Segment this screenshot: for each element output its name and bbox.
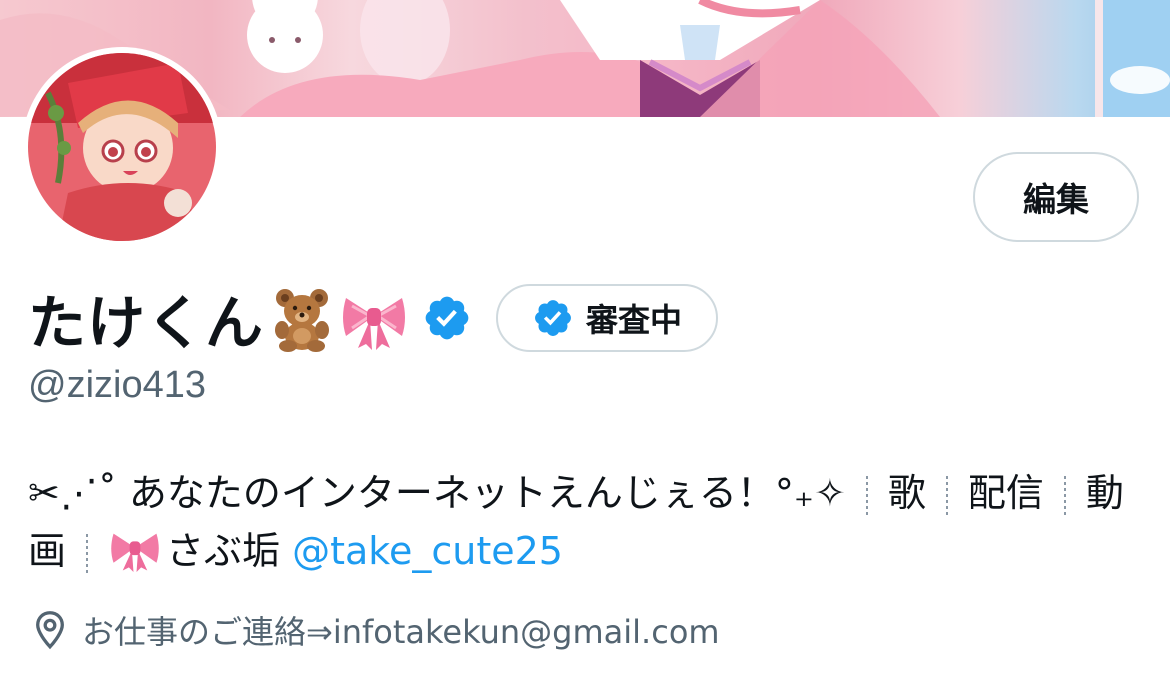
bio-divider	[86, 533, 89, 574]
verified-badge-icon[interactable]	[422, 293, 472, 343]
bio-divider	[865, 475, 868, 516]
bio-item-song: 歌	[887, 471, 926, 515]
review-status-label: 審査中	[586, 301, 683, 339]
profile-name: たけくん	[28, 289, 265, 357]
bio-sub-label: さぶ垢	[166, 529, 281, 573]
location-text: お仕事のご連絡⇒infotakekun@gmail.com	[82, 613, 720, 651]
bio-text: ✂︎⋰˚ あなたのインターネットえんじぇる！°₊✧	[28, 471, 846, 515]
edit-profile-button[interactable]: 編集	[973, 152, 1139, 242]
teddy-bear-emoji-icon	[275, 289, 330, 352]
profile-handle: @zizio413	[28, 364, 206, 406]
profile-location: お仕事のご連絡⇒infotakekun@gmail.com	[32, 608, 720, 652]
ribbon-emoji-icon	[343, 298, 406, 350]
location-pin-icon	[36, 611, 64, 650]
bio-item-stream: 配信	[967, 471, 1044, 515]
profile-bio: ✂︎⋰˚ あなたのインターネットえんじぇる！°₊✧ 歌配信 動画 さぶ垢 @take…	[28, 464, 1138, 580]
ribbon-emoji-icon	[111, 533, 159, 572]
bio-mention-link[interactable]: @take_cute25	[292, 529, 563, 573]
bio-divider	[945, 475, 948, 516]
verified-badge-icon	[535, 300, 571, 336]
bio-divider	[1063, 475, 1066, 516]
profile-avatar[interactable]	[22, 47, 222, 247]
profile-name-row: たけくん 審査中	[28, 278, 719, 358]
verification-review-badge[interactable]: 審査中	[496, 284, 719, 352]
